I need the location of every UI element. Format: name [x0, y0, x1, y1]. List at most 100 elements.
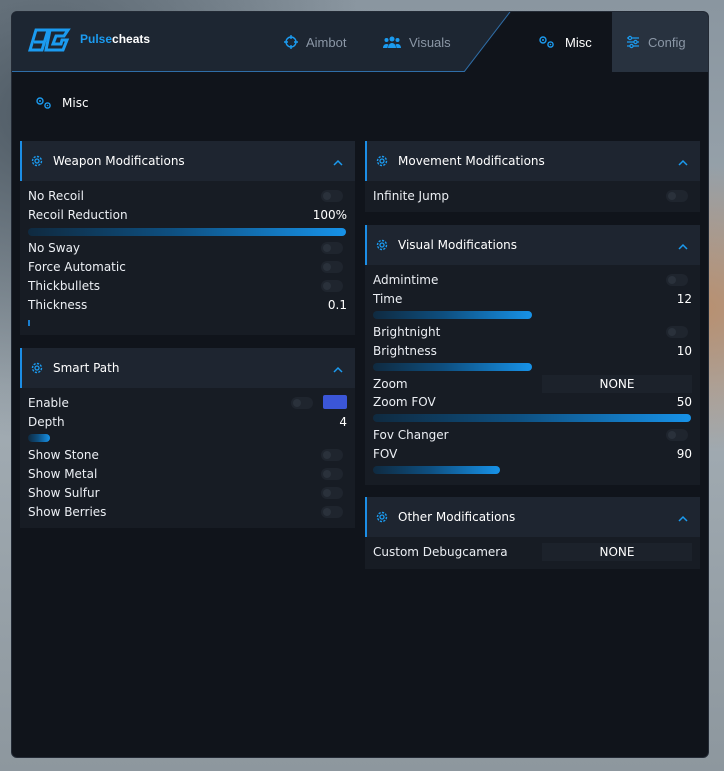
depth-value: 4 [339, 415, 347, 429]
tab-misc[interactable]: Misc [464, 12, 612, 72]
sliders-icon [626, 35, 640, 49]
gears-icon [35, 96, 53, 110]
panel-smart-path: Smart Path Enable Depth 4 Show Stone Sho… [20, 348, 355, 528]
panel-title: Movement Modifications [398, 154, 545, 168]
recoil-reduction-value: 100% [312, 208, 347, 222]
option-fov: FOV 90 [373, 445, 692, 463]
show-berries-toggle[interactable] [321, 506, 343, 518]
gears-icon [538, 35, 556, 49]
option-depth: Depth 4 [28, 413, 347, 431]
show-metal-toggle[interactable] [321, 468, 343, 480]
option-label: Custom Debugcamera [373, 545, 508, 559]
panel-header[interactable]: Other Modifications [365, 497, 700, 537]
panel-movement-modifications: Movement Modifications Infinite Jump [365, 141, 700, 212]
thickbullets-toggle[interactable] [321, 280, 343, 292]
thickness-slider[interactable] [28, 320, 30, 326]
crosshair-icon [284, 35, 298, 49]
panel-header[interactable]: Visual Modifications [365, 225, 700, 265]
option-recoil-reduction: Recoil Reduction 100% [28, 206, 347, 224]
brightnight-toggle[interactable] [666, 326, 688, 338]
tab-visuals[interactable]: Visuals [383, 12, 451, 72]
option-label: FOV [373, 447, 398, 461]
option-label: Show Stone [28, 448, 99, 462]
page-title-label: Misc [62, 96, 89, 110]
option-brightness: Brightness 10 [373, 342, 692, 360]
option-label: Depth [28, 415, 65, 429]
option-label: Brightness [373, 344, 437, 358]
fov-changer-toggle[interactable] [666, 429, 688, 441]
infinite-jump-toggle[interactable] [666, 190, 688, 202]
chevron-up-icon[interactable] [333, 155, 343, 169]
force-automatic-toggle[interactable] [321, 261, 343, 273]
option-show-metal: Show Metal [28, 465, 347, 483]
depth-slider[interactable] [28, 434, 50, 442]
option-show-berries: Show Berries [28, 503, 347, 521]
option-thickness: Thickness 0.1 [28, 296, 347, 314]
option-fov-changer: Fov Changer [373, 426, 692, 444]
no-sway-toggle[interactable] [321, 242, 343, 254]
smart-path-color-swatch[interactable] [323, 395, 347, 409]
gear-icon [375, 510, 389, 524]
brand-name: Pulsecheats [80, 32, 151, 46]
panel-title: Weapon Modifications [53, 154, 185, 168]
debugcamera-select[interactable]: NONE [542, 543, 692, 561]
panel-header[interactable]: Weapon Modifications [20, 141, 355, 181]
zoom-select[interactable]: NONE [542, 375, 692, 393]
gear-icon [30, 154, 44, 168]
panel-title: Visual Modifications [398, 238, 518, 252]
option-infinite-jump: Infinite Jump [373, 187, 692, 205]
panel-header[interactable]: Movement Modifications [365, 141, 700, 181]
no-recoil-toggle[interactable] [321, 190, 343, 202]
fov-value: 90 [676, 447, 692, 461]
tab-visuals-label: Visuals [409, 34, 451, 50]
option-label: Thickbullets [28, 279, 101, 293]
option-admintime: Admintime [373, 271, 692, 289]
zoom-fov-value: 50 [676, 395, 692, 409]
option-label: Recoil Reduction [28, 208, 128, 222]
option-label: Fov Changer [373, 428, 449, 442]
option-label: Time [373, 292, 403, 306]
show-sulfur-toggle[interactable] [321, 487, 343, 499]
option-thickbullets: Thickbullets [28, 277, 347, 295]
tab-config-label: Config [648, 34, 686, 50]
chevron-up-icon[interactable] [678, 239, 688, 253]
option-label: Zoom [373, 377, 408, 391]
panel-other-modifications: Other Modifications Custom Debugcamera N… [365, 497, 700, 569]
option-label: Brightnight [373, 325, 441, 339]
panel-title: Other Modifications [398, 510, 516, 524]
time-value: 12 [676, 292, 692, 306]
gear-icon [375, 154, 389, 168]
brightness-value: 10 [676, 344, 692, 358]
chevron-up-icon[interactable] [678, 155, 688, 169]
tab-aimbot-label: Aimbot [306, 34, 347, 50]
time-slider[interactable] [373, 311, 532, 319]
option-label: Show Sulfur [28, 486, 100, 500]
option-no-recoil: No Recoil [28, 187, 347, 205]
admintime-toggle[interactable] [666, 274, 688, 286]
chevron-up-icon[interactable] [333, 362, 343, 376]
panel-visual-modifications: Visual Modifications Admintime Time 12 B… [365, 225, 700, 485]
option-label: Thickness [28, 298, 88, 312]
show-stone-toggle[interactable] [321, 449, 343, 461]
zoom-fov-slider[interactable] [373, 414, 691, 422]
option-time: Time 12 [373, 290, 692, 308]
gear-icon [30, 361, 44, 375]
option-label: Show Metal [28, 467, 98, 481]
chevron-up-icon[interactable] [678, 511, 688, 525]
tab-config[interactable]: Config [612, 12, 708, 72]
enable-toggle[interactable] [291, 397, 313, 409]
recoil-reduction-slider[interactable] [28, 228, 346, 236]
tab-misc-label: Misc [565, 34, 592, 50]
option-label: No Sway [28, 241, 81, 255]
option-zoom-fov: Zoom FOV 50 [373, 393, 692, 411]
option-show-stone: Show Stone [28, 446, 347, 464]
fov-slider[interactable] [373, 466, 500, 474]
panel-header[interactable]: Smart Path [20, 348, 355, 388]
cheat-menu-window: Pulsecheats Aimbot Visuals Misc Config M… [11, 11, 709, 758]
tab-aimbot[interactable]: Aimbot [284, 12, 346, 72]
option-label: No Recoil [28, 189, 84, 203]
brightness-slider[interactable] [373, 363, 532, 371]
option-label: Show Berries [28, 505, 107, 519]
header-bar: Pulsecheats Aimbot Visuals Misc Config [12, 12, 708, 72]
logo: Pulsecheats [26, 24, 150, 54]
